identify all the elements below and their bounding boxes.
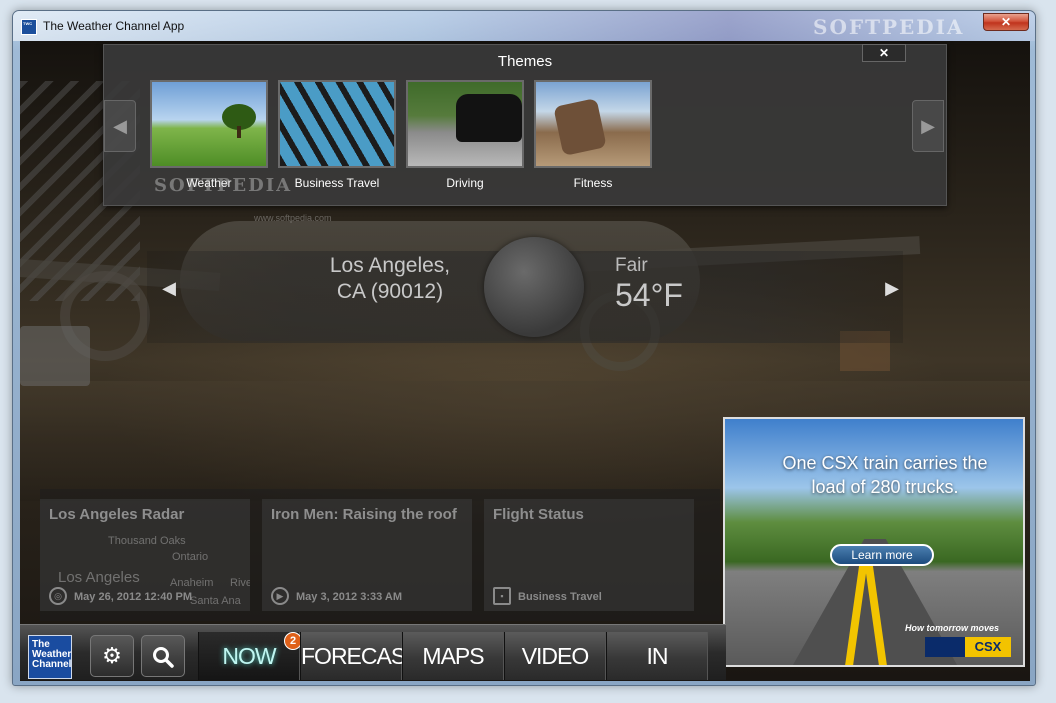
theme-driving[interactable]: Driving [406,80,524,190]
tile-video[interactable]: Iron Men: Raising the roof ▶ May 3, 2012… [262,499,472,611]
theme-weather[interactable]: Weather [150,80,268,190]
theme-business-travel-thumbnail [278,80,396,168]
window-title: The Weather Channel App [43,19,185,33]
theme-fitness-thumbnail [534,80,652,168]
gear-icon: ⚙ [102,643,122,668]
tile-title: Flight Status [493,506,584,523]
ad-tagline: How tomorrow moves [905,623,1000,633]
map-label: Santa Ana [190,595,241,607]
location-city: Los Angeles, [329,254,451,277]
theme-fitness[interactable]: Fitness [534,80,652,190]
title-bar[interactable]: TWC The Weather Channel App SOFTPEDIA ✕ [13,11,1035,41]
csx-logo: CSX [965,637,1011,657]
themes-close-button[interactable]: ✕ [862,44,906,62]
csx-advertisement[interactable]: One CSX train carries the load of 280 tr… [723,417,1025,667]
themes-prev-arrow-icon[interactable]: ◀ [104,100,136,152]
location-state-zip: CA (90012) [336,280,444,303]
themes-panel: Themes ✕ ◀ ▶ Weather Business Travel Dri… [103,44,947,223]
bottom-nav-bar: The Weather Channel ⚙ NOW 2 FORECAST MAP… [20,624,726,680]
location-next-arrow-icon[interactable]: ▶ [878,263,906,313]
theme-business-travel[interactable]: Business Travel [278,80,396,190]
play-icon: ▶ [271,587,289,605]
settings-button[interactable]: ⚙ [90,635,134,677]
tile-date: May 3, 2012 3:33 AM [296,591,402,603]
theme-label: Fitness [573,176,613,190]
app-content: Themes ✕ ◀ ▶ Weather Business Travel Dri… [20,41,1030,681]
location-prev-arrow-icon[interactable]: ◀ [155,263,183,313]
search-button[interactable] [141,635,185,677]
tile-date: May 26, 2012 12:40 PM [74,591,193,603]
themes-title: Themes [497,53,553,70]
theme-label: Business Travel [294,176,380,190]
tab-video[interactable]: VIDEO [504,632,606,680]
ad-logo-stripe [925,637,965,657]
logo-line: Channel [32,659,72,670]
app-window: TWC The Weather Channel App SOFTPEDIA ✕ … [12,10,1036,686]
tab-maps[interactable]: MAPS [402,632,504,680]
app-icon: TWC [21,19,37,35]
location-name: Los Angeles, CA (90012) [320,253,460,305]
map-label: Los Angeles [58,569,140,586]
softpedia-url: www.softpedia.com [254,213,332,223]
tile-title: Iron Men: Raising the roof [271,506,457,523]
map-label: Anaheim [170,577,214,589]
tile-radar[interactable]: Thousand Oaks Ontario Los Angeles Anahei… [40,499,250,611]
temperature: 54°F [615,277,683,313]
globe-icon: ◎ [49,587,67,605]
tile-category: Business Travel [518,591,602,603]
twc-logo[interactable]: The Weather Channel [28,635,72,679]
tile-flight-status[interactable]: Flight Status ▪ Business Travel [484,499,694,611]
content-tiles: Thousand Oaks Ontario Los Angeles Anahei… [40,489,720,621]
softpedia-watermark: SOFTPEDIA [813,15,965,39]
ad-headline: One CSX train carries the load of 280 tr… [782,453,988,497]
map-label: Thousand Oaks [108,535,186,547]
condition-text: Fair [615,255,648,276]
moon-icon [484,237,584,337]
map-label: Ontario [172,551,209,563]
tab-in-season[interactable]: IN SEASON [606,632,708,680]
map-label: Rive [230,577,250,589]
softpedia-watermark: SOFTPEDIA [154,175,293,196]
tab-forecast[interactable]: FORECAST [300,632,419,680]
tile-title: Los Angeles Radar [49,506,185,523]
window-close-button[interactable]: ✕ [983,13,1029,31]
theme-driving-thumbnail [406,80,524,168]
ad-learn-more-button[interactable]: Learn more [830,544,934,566]
themes-next-arrow-icon[interactable]: ▶ [912,100,944,152]
search-icon [153,647,174,668]
theme-label: Driving [446,176,484,190]
twc-small-logo-icon: ▪ [493,587,511,605]
theme-weather-thumbnail [150,80,268,168]
